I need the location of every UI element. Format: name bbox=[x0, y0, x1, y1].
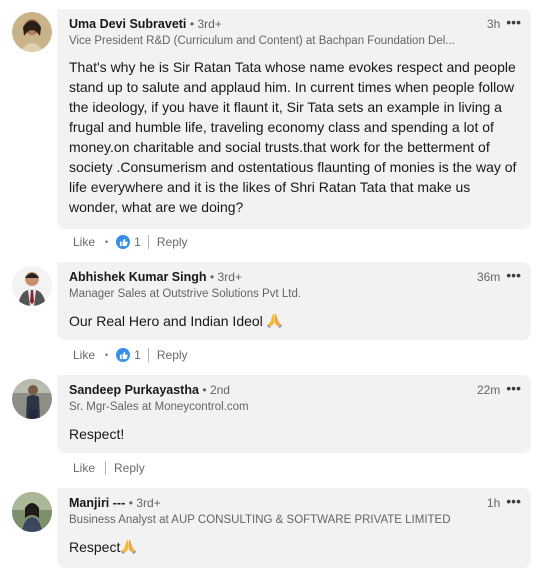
folded-hands-icon bbox=[120, 538, 137, 560]
comment-bubble: Abhishek Kumar Singh • 3rd+ Manager Sale… bbox=[57, 262, 531, 340]
comment-text: Respect bbox=[69, 539, 121, 555]
comment-actions: Like • 1 Reply bbox=[73, 347, 188, 363]
comment-text-wrap: Respect bbox=[69, 537, 519, 560]
commenter-name[interactable]: Abhishek Kumar Singh bbox=[69, 270, 207, 284]
divider bbox=[147, 235, 149, 249]
comment-text: Our Real Hero and Indian Ideol bbox=[69, 313, 263, 329]
avatar[interactable] bbox=[12, 492, 52, 532]
separator-dot: • bbox=[105, 237, 109, 247]
comment-text: That's why he is Sir Ratan Tata whose na… bbox=[69, 59, 517, 215]
avatar[interactable] bbox=[12, 266, 52, 306]
commenter-name[interactable]: Manjiri --- bbox=[69, 496, 125, 510]
comment-time: 1h bbox=[486, 496, 501, 510]
comment-time: 36m bbox=[476, 270, 501, 284]
more-options-icon[interactable]: ••• bbox=[506, 15, 521, 29]
reaction-count[interactable]: 1 bbox=[134, 348, 141, 362]
connection-degree: • 3rd+ bbox=[189, 17, 222, 31]
connection-degree: • 3rd+ bbox=[210, 270, 242, 284]
separator-dot: • bbox=[105, 350, 109, 360]
reply-button[interactable]: Reply bbox=[114, 461, 145, 475]
comment-time: 3h bbox=[486, 17, 501, 31]
divider bbox=[105, 461, 107, 475]
avatar[interactable] bbox=[12, 12, 52, 52]
avatar[interactable] bbox=[12, 379, 52, 419]
like-button[interactable]: Like bbox=[73, 348, 95, 362]
comment-text-wrap: Our Real Hero and Indian Ideol bbox=[69, 311, 519, 334]
reply-button[interactable]: Reply bbox=[157, 348, 188, 362]
reaction-count[interactable]: 1 bbox=[134, 235, 141, 249]
connection-degree: • 3rd+ bbox=[128, 496, 161, 510]
more-options-icon[interactable]: ••• bbox=[506, 268, 521, 282]
more-options-icon[interactable]: ••• bbox=[506, 381, 521, 395]
comment-bubble: Sandeep Purkayastha • 2nd Sr. Mgr-Sales … bbox=[57, 375, 531, 453]
commenter-name[interactable]: Uma Devi Subraveti bbox=[69, 17, 186, 31]
commenter-headline: Vice President R&D (Curriculum and Conte… bbox=[69, 35, 455, 47]
comment-actions: Like • 1 Reply bbox=[73, 234, 188, 250]
divider bbox=[147, 348, 149, 362]
commenter-headline: Sr. Mgr-Sales at Moneycontrol.com bbox=[69, 401, 249, 413]
connection-degree: • 2nd bbox=[202, 383, 230, 397]
commenter-name[interactable]: Sandeep Purkayastha bbox=[69, 383, 199, 397]
comment-time: 22m bbox=[476, 383, 501, 397]
like-button[interactable]: Like bbox=[73, 461, 95, 475]
commenter-headline: Manager Sales at Outstrive Solutions Pvt… bbox=[69, 288, 302, 300]
thumbs-up-icon[interactable] bbox=[116, 348, 131, 362]
reply-button[interactable]: Reply bbox=[157, 235, 188, 249]
comment-actions: Like Reply bbox=[73, 460, 145, 476]
thumbs-up-icon[interactable] bbox=[116, 235, 131, 249]
comment-bubble: Uma Devi Subraveti • 3rd+ Vice President… bbox=[57, 9, 531, 229]
folded-hands-icon bbox=[266, 312, 283, 334]
like-button[interactable]: Like bbox=[73, 235, 95, 249]
commenter-headline: Business Analyst at AUP CONSULTING & SOF… bbox=[69, 514, 451, 526]
more-options-icon[interactable]: ••• bbox=[506, 494, 521, 508]
comment-bubble: Manjiri --- • 3rd+ Business Analyst at A… bbox=[57, 488, 531, 568]
comment-text: Respect! bbox=[69, 426, 125, 442]
